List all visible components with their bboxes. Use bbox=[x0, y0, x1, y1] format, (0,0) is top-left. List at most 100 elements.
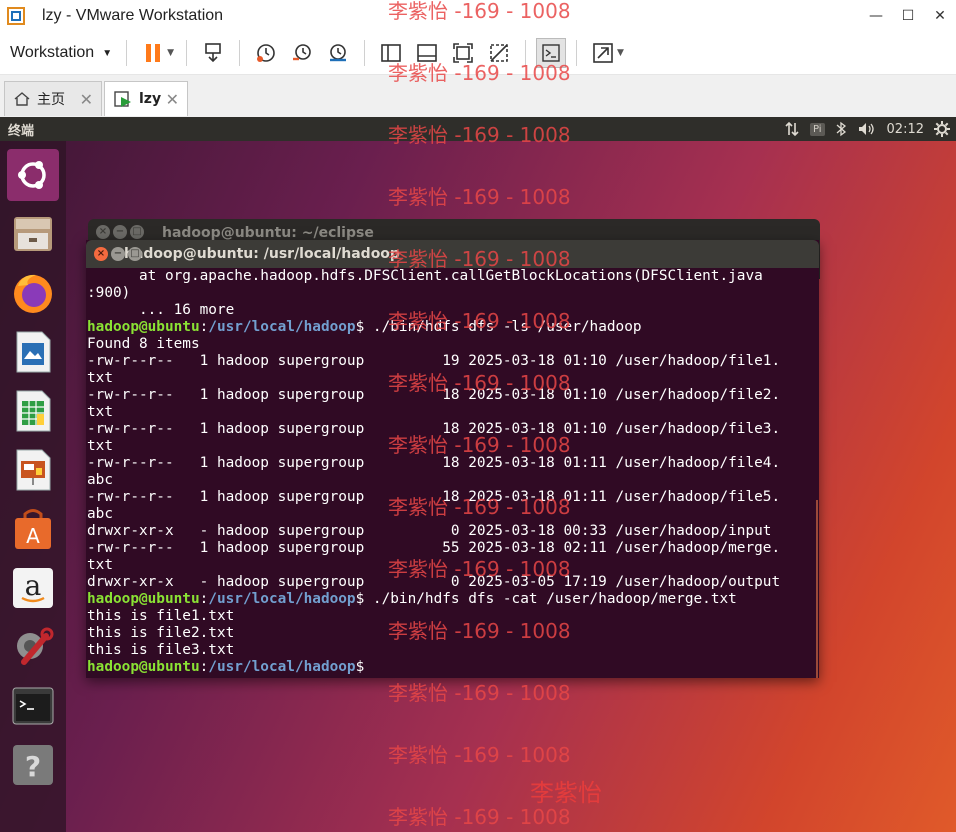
chevron-down-icon: ▼ bbox=[102, 47, 113, 59]
revert-snapshot-button[interactable] bbox=[286, 37, 318, 69]
terminal-output[interactable]: at org.apache.hadoop.hdfs.DFSClient.call… bbox=[87, 268, 819, 678]
vmware-toolbar: Workstation ▼ ▼ ▼ bbox=[0, 32, 956, 75]
stretch-icon bbox=[593, 43, 613, 63]
calc-spreadsheet-icon bbox=[16, 390, 51, 432]
maximize-icon[interactable]: □ bbox=[130, 225, 144, 239]
snapshot-icon bbox=[257, 44, 275, 62]
launcher-terminal[interactable] bbox=[7, 680, 59, 732]
terminal-output-line: abc bbox=[87, 506, 113, 522]
show-thumbnail-button[interactable] bbox=[411, 37, 443, 69]
amazon-icon: a bbox=[13, 568, 53, 608]
watermark-text: 李紫怡 -169 - 1008 bbox=[388, 743, 571, 767]
stretch-guest-button[interactable] bbox=[587, 37, 619, 69]
snapshot-button[interactable] bbox=[250, 37, 282, 69]
tab-home[interactable]: 主页 ✕ bbox=[4, 81, 102, 116]
prompt-separator: : bbox=[199, 591, 209, 607]
maximize-button[interactable]: ☐ bbox=[892, 0, 924, 32]
terminal-output-line: txt bbox=[87, 438, 113, 454]
maximize-icon[interactable]: □ bbox=[128, 247, 142, 261]
console-view-button[interactable] bbox=[536, 38, 567, 68]
minimize-icon[interactable]: − bbox=[111, 247, 125, 261]
terminal-output-line: -rw-r--r-- 1 hadoop supergroup 18 2025-0… bbox=[87, 489, 781, 505]
gear-icon[interactable] bbox=[934, 121, 950, 137]
send-ctrl-alt-del-button[interactable] bbox=[197, 37, 229, 69]
writer-document-icon bbox=[16, 331, 51, 373]
pause-dropdown-icon[interactable]: ▼ bbox=[167, 48, 174, 58]
minimize-button[interactable]: — bbox=[860, 0, 892, 32]
terminal-output-line: Found 8 items bbox=[87, 336, 200, 352]
close-icon[interactable]: × bbox=[94, 247, 108, 261]
launcher-libreoffice-writer[interactable] bbox=[7, 326, 59, 378]
prompt-user: hadoop@ubuntu bbox=[87, 319, 200, 335]
terminal-output-line: -rw-r--r-- 1 hadoop supergroup 19 2025-0… bbox=[87, 353, 781, 369]
prompt-separator: : bbox=[199, 319, 209, 335]
command-text: $ ./bin/hdfs dfs -cat /user/hadoop/merge… bbox=[355, 591, 737, 607]
show-library-button[interactable] bbox=[375, 37, 407, 69]
bluetooth-icon[interactable] bbox=[835, 121, 847, 137]
pause-icon bbox=[146, 44, 161, 62]
network-icon[interactable] bbox=[784, 121, 800, 137]
ubuntu-logo-icon bbox=[18, 161, 46, 189]
svg-text:a: a bbox=[25, 569, 42, 602]
console-icon bbox=[542, 44, 560, 62]
close-tab-icon[interactable]: ✕ bbox=[166, 90, 179, 109]
close-icon[interactable]: × bbox=[96, 225, 110, 239]
terminal-output-line: -rw-r--r-- 1 hadoop supergroup 18 2025-0… bbox=[87, 455, 781, 471]
keyboard-indicator[interactable]: Pi bbox=[809, 122, 825, 136]
full-screen-button[interactable] bbox=[447, 37, 479, 69]
terminal-title: hadoop@ubuntu: /usr/local/hadoop bbox=[124, 246, 400, 262]
clock[interactable]: 02:12 bbox=[887, 122, 924, 137]
stretch-dropdown-icon[interactable]: ▼ bbox=[617, 48, 624, 58]
launcher-libreoffice-calc[interactable] bbox=[7, 385, 59, 437]
launcher-amazon[interactable]: a bbox=[7, 562, 59, 614]
workstation-menu-label: Workstation bbox=[10, 44, 95, 61]
launcher-software-center[interactable]: A bbox=[7, 503, 59, 555]
vmware-app-icon bbox=[6, 6, 26, 26]
launcher-help[interactable]: ? bbox=[7, 739, 59, 791]
vmware-titlebar: lzy - VMware Workstation — ☐ ✕ bbox=[0, 0, 956, 32]
workstation-menu[interactable]: Workstation ▼ bbox=[10, 44, 112, 62]
terminal-output-line: txt bbox=[87, 404, 113, 420]
terminal-icon bbox=[12, 687, 54, 725]
terminal-titlebar[interactable]: × − □ hadoop@ubuntu: /usr/local/hadoop bbox=[86, 240, 819, 268]
launcher-libreoffice-impress[interactable] bbox=[7, 444, 59, 496]
vm-running-icon bbox=[114, 91, 131, 107]
thumbnail-layout-icon bbox=[417, 44, 437, 62]
snapshot-manager-button[interactable] bbox=[322, 37, 354, 69]
close-window-button[interactable]: ✕ bbox=[924, 0, 956, 32]
settings-wrench-icon bbox=[17, 627, 54, 665]
watermark-text: 李紫怡 -169 - 1008 bbox=[388, 185, 571, 209]
launcher-ubuntu-dash[interactable] bbox=[7, 149, 59, 201]
system-tray: Pi 02:12 bbox=[784, 117, 950, 141]
terminal-back-title: hadoop@ubuntu: ~/eclipse bbox=[162, 225, 374, 241]
svg-text:A: A bbox=[26, 524, 40, 548]
toolbar-divider bbox=[364, 40, 366, 66]
ubuntu-top-panel: 终端 Pi 02:12 bbox=[0, 117, 956, 141]
launcher-files[interactable] bbox=[7, 208, 59, 260]
pause-vm-button[interactable] bbox=[137, 37, 169, 69]
snapshot-manager-icon bbox=[330, 44, 347, 62]
terminal-output-line: drwxr-xr-x - hadoop supergroup 0 2025-03… bbox=[87, 523, 772, 539]
unity-mode-button[interactable] bbox=[483, 37, 515, 69]
volume-icon[interactable] bbox=[857, 121, 877, 137]
tab-lzy[interactable]: lzy ✕ bbox=[104, 81, 188, 116]
prompt-separator: : bbox=[199, 659, 209, 675]
send-keys-icon bbox=[205, 43, 221, 63]
terminal-window-hadoop[interactable]: × − □ hadoop@ubuntu: /usr/local/hadoop a… bbox=[86, 240, 819, 678]
tab-lzy-label: lzy bbox=[139, 91, 162, 107]
command-text: $ bbox=[355, 659, 373, 675]
terminal-output-line: drwxr-xr-x - hadoop supergroup 0 2025-03… bbox=[87, 574, 781, 590]
svg-text:?: ? bbox=[25, 750, 41, 783]
launcher-system-settings[interactable] bbox=[7, 621, 59, 673]
fullscreen-icon bbox=[453, 43, 473, 63]
help-icon: ? bbox=[13, 745, 53, 785]
window-title: lzy - VMware Workstation bbox=[42, 7, 224, 24]
close-tab-icon[interactable]: ✕ bbox=[80, 90, 93, 109]
terminal-scrollbar[interactable] bbox=[816, 500, 818, 678]
terminal-output-line: txt bbox=[87, 557, 113, 573]
terminal-output-line: this is file2.txt bbox=[87, 625, 235, 641]
minimize-icon[interactable]: − bbox=[113, 225, 127, 239]
terminal-output-line: txt bbox=[87, 370, 113, 386]
launcher-firefox[interactable] bbox=[7, 267, 59, 319]
toolbar-divider bbox=[126, 40, 128, 66]
